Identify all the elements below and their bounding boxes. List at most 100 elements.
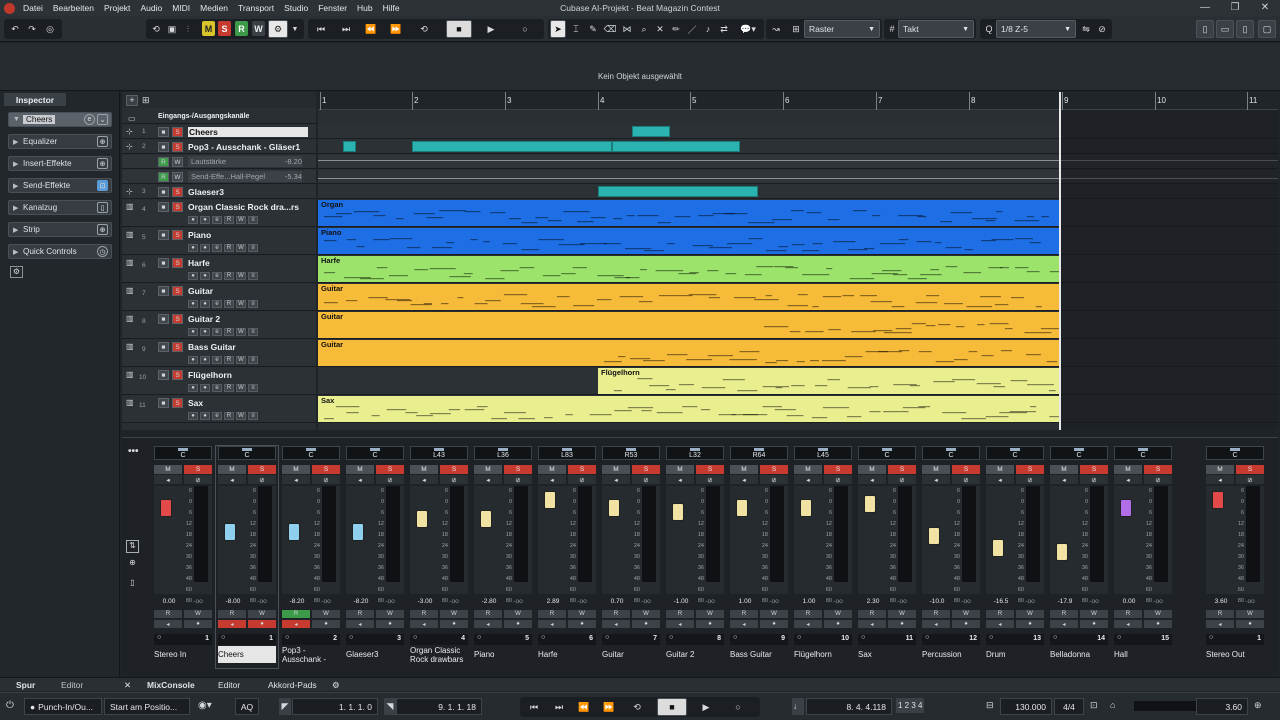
solo-button[interactable]: S (696, 465, 724, 474)
solo-button[interactable]: S (1236, 465, 1264, 474)
fader[interactable]: 6 0 6 12 18 24 30 36 48 60 80 (282, 486, 340, 604)
link-icon[interactable]: ○ (1209, 634, 1213, 641)
listen-icon[interactable]: ◂ (794, 475, 822, 484)
peak-value[interactable]: -oo (888, 598, 916, 607)
channel-name[interactable]: Flügelhorn (794, 646, 852, 663)
left-locator-icon[interactable]: ◤ (279, 698, 291, 715)
phase-icon[interactable]: ⊘ (1144, 475, 1172, 484)
line-tool-icon[interactable]: ／ (684, 20, 700, 38)
monitor-button[interactable]: ◂ (1050, 620, 1078, 628)
draw-icon[interactable]: ✏ (668, 20, 684, 38)
close-zone-icon[interactable]: ✕ (124, 680, 131, 691)
fader[interactable]: 6 0 6 12 18 24 30 36 48 60 80 (1114, 486, 1172, 604)
audio-event-glaeser3[interactable] (598, 186, 758, 197)
edit-icon[interactable]: e (212, 412, 222, 420)
fader-knob[interactable] (864, 495, 876, 513)
write-icon[interactable]: W (236, 244, 246, 252)
monitor-icon[interactable]: ● (188, 272, 198, 280)
link-icon[interactable]: ○ (221, 634, 225, 641)
menu-datei[interactable]: Datei (23, 3, 43, 13)
track-name[interactable]: Sax (188, 398, 203, 408)
primary-time-icon[interactable]: ♩ (792, 698, 804, 715)
read-button[interactable]: R (794, 610, 822, 618)
menu-hub[interactable]: Hub (357, 3, 373, 13)
fader-knob[interactable] (160, 499, 172, 517)
link-icon[interactable]: ○ (925, 634, 929, 641)
tempo-track-icon[interactable]: ⊟ (986, 700, 994, 711)
stop-icon[interactable]: ■ (657, 698, 687, 716)
monitor-button[interactable]: ◂ (858, 620, 886, 628)
monitor-button[interactable]: ◂ (474, 620, 502, 628)
write-button[interactable]: W (504, 610, 532, 618)
link-icon[interactable]: ○ (1053, 634, 1057, 641)
peak-value[interactable]: -oo (696, 598, 724, 607)
volume-value[interactable]: -17.9 (1050, 598, 1080, 607)
solo-button[interactable]: S (172, 314, 183, 324)
channel-name[interactable]: Hall (1114, 646, 1172, 663)
sync-icon[interactable]: ⊡ (1090, 700, 1098, 711)
fader[interactable]: 6 0 6 12 18 24 30 36 48 60 80 (858, 486, 916, 604)
play-icon[interactable]: ▶ (696, 698, 716, 716)
lane-icon[interactable]: ≡ (248, 356, 258, 364)
edit-icon[interactable]: e (212, 216, 222, 224)
mute-button[interactable]: M (922, 465, 950, 474)
zoom-icon[interactable]: ⌕ (636, 20, 652, 38)
track-7[interactable]: ▥ 7 ■ S Guitar ● ● e R W ≡ (122, 284, 316, 311)
volume-value[interactable]: 2.30 (858, 598, 888, 607)
peak-value[interactable]: -oo (952, 598, 980, 607)
read-icon[interactable]: R (224, 300, 234, 308)
record-enable-icon[interactable]: ● (200, 384, 210, 392)
volume-value[interactable]: -8.20 (346, 598, 376, 607)
write-button[interactable]: W (376, 610, 404, 618)
read-button[interactable]: R (602, 610, 630, 618)
volume-value[interactable]: 3.60 (1206, 598, 1236, 607)
record-enable-button[interactable]: ● (312, 620, 340, 628)
solo-button[interactable]: S (184, 465, 212, 474)
solo-button[interactable]: S (172, 286, 183, 296)
inspector-section-quick-controls[interactable]: ▶ Quick Controls ◷ (8, 244, 112, 259)
write-icon[interactable]: W (236, 216, 246, 224)
link-icon[interactable]: ○ (477, 634, 481, 641)
volume-value[interactable]: 2.89 (538, 598, 568, 607)
listen-icon[interactable]: ◂ (730, 475, 758, 484)
solo-button[interactable]: S (172, 342, 183, 352)
record-enable-button[interactable]: ● (1016, 620, 1044, 628)
read-button[interactable]: R (474, 610, 502, 618)
read-button[interactable]: R (154, 610, 182, 618)
cycle-icon[interactable]: ⟲ (627, 698, 647, 716)
record-enable-button[interactable]: ● (760, 620, 788, 628)
monitor-button[interactable]: ◂ (602, 620, 630, 628)
monitor-icon[interactable]: ● (188, 384, 198, 392)
track-name[interactable]: Bass Guitar (188, 342, 236, 352)
redo-icon[interactable]: ↷ (24, 20, 40, 38)
to-end-icon[interactable]: ⏭ (549, 698, 569, 716)
read-button[interactable]: R (158, 157, 169, 167)
read-button[interactable]: R (538, 610, 566, 618)
link-icon[interactable]: ○ (541, 634, 545, 641)
edit-icon[interactable]: e (212, 328, 222, 336)
fader-knob[interactable] (544, 491, 556, 509)
record-enable-button[interactable]: ● (440, 620, 468, 628)
track-4[interactable]: ▥ 4 ■ S Organ Classic Rock dra...rs ● ● e R… (122, 200, 316, 227)
phase-icon[interactable]: ⊘ (760, 475, 788, 484)
fader-knob[interactable] (1120, 499, 1132, 517)
read-icon[interactable]: R (224, 356, 234, 364)
channel-name[interactable]: Cheers (218, 646, 276, 663)
monitor-icon[interactable]: ● (188, 412, 198, 420)
solo-button[interactable]: S (504, 465, 532, 474)
tab-editor-left[interactable]: Editor (61, 680, 83, 690)
link-icon[interactable]: ○ (285, 634, 289, 641)
write-button[interactable]: W (952, 610, 980, 618)
close-icon[interactable]: ✕ (1250, 0, 1280, 16)
monitor-button[interactable]: ◂ (346, 620, 374, 628)
peak-value[interactable]: -oo (824, 598, 852, 607)
monitor-icon[interactable]: ● (188, 328, 198, 336)
write-button[interactable]: W (568, 610, 596, 618)
ruler[interactable]: 1 2 3 4 5 6 7 8 9 10 11 (318, 92, 1278, 110)
listen-icon[interactable]: ◂ (922, 475, 950, 484)
fader[interactable]: 6 0 6 12 18 24 30 36 48 60 80 (730, 486, 788, 604)
read-icon[interactable]: R (224, 216, 234, 224)
menu-midi[interactable]: MIDI (172, 3, 190, 13)
monitor-icon[interactable]: ● (188, 300, 198, 308)
record-enable-button[interactable]: ● (184, 620, 212, 628)
